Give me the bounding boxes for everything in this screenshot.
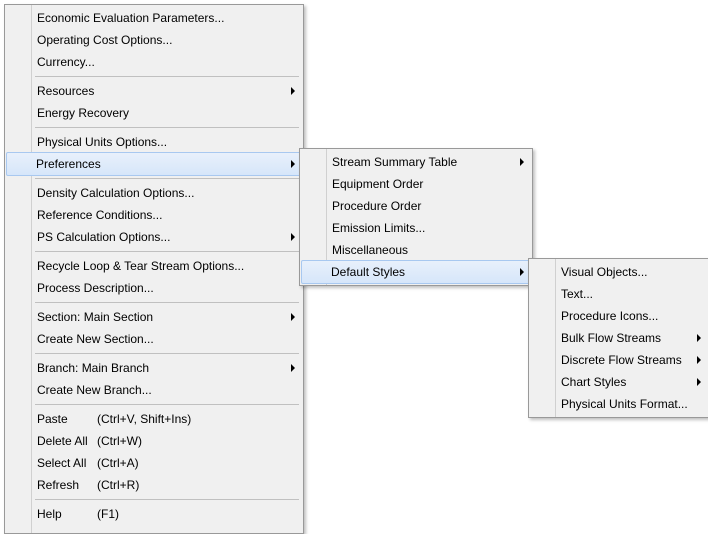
menu-separator	[35, 302, 299, 303]
menu-separator	[35, 404, 299, 405]
menu-item-preferences[interactable]: Preferences	[6, 152, 302, 176]
menu-item-label: Visual Objects...	[561, 265, 647, 279]
submenu-arrow-icon	[697, 356, 701, 364]
menu-item-label: Density Calculation Options...	[37, 186, 194, 200]
menu-item-process-description[interactable]: Process Description...	[7, 277, 301, 299]
menu-separator	[35, 127, 299, 128]
menu-separator	[35, 499, 299, 500]
submenu-arrow-icon	[291, 364, 295, 372]
menu-item-label: Help	[37, 507, 62, 521]
menu-separator	[35, 251, 299, 252]
menu-item-label: Procedure Icons...	[561, 309, 658, 323]
menu-item-label: Stream Summary Table	[332, 155, 457, 169]
menu-item-shortcut: (Ctrl+A)	[97, 452, 139, 474]
menu-item-label: Equipment Order	[332, 177, 423, 191]
menu-item-label: Create New Section...	[37, 332, 154, 346]
menu-item-discrete-flow-streams[interactable]: Discrete Flow Streams	[531, 349, 707, 371]
menu-item-label: Reference Conditions...	[37, 208, 162, 222]
menu-item-shortcut: (Ctrl+V, Shift+Ins)	[97, 408, 191, 430]
menu-item-label: Emission Limits...	[332, 221, 425, 235]
menu-item-shortcut: (Ctrl+W)	[97, 430, 142, 452]
submenu-preferences: Stream Summary Table Equipment Order Proce…	[299, 148, 533, 286]
menu-item-label: Resources	[37, 84, 94, 98]
menu-item-density-calculation-options[interactable]: Density Calculation Options...	[7, 182, 301, 204]
menu-item-label: Physical Units Format...	[561, 397, 688, 411]
menu-item-label: Preferences	[36, 157, 101, 171]
menu-item-label: Refresh	[37, 478, 79, 492]
menu-item-physical-units-format[interactable]: Physical Units Format...	[531, 393, 707, 415]
menu-item-label: Select All	[37, 456, 86, 470]
menu-item-energy-recovery[interactable]: Energy Recovery	[7, 102, 301, 124]
menu-item-label: Process Description...	[37, 281, 154, 295]
menu-item-procedure-order[interactable]: Procedure Order	[302, 195, 530, 217]
menu-item-equipment-order[interactable]: Equipment Order	[302, 173, 530, 195]
menu-item-label: Discrete Flow Streams	[561, 353, 682, 367]
menu-item-chart-styles[interactable]: Chart Styles	[531, 371, 707, 393]
menu-item-emission-limits[interactable]: Emission Limits...	[302, 217, 530, 239]
menu-item-shortcut: (F1)	[97, 503, 119, 525]
menu-item-economic-evaluation-parameters[interactable]: Economic Evaluation Parameters...	[7, 7, 301, 29]
menu-item-label: Economic Evaluation Parameters...	[37, 11, 224, 25]
menu-item-label: Operating Cost Options...	[37, 33, 172, 47]
menu-item-label: Chart Styles	[561, 375, 626, 389]
menu-item-label: Energy Recovery	[37, 106, 129, 120]
menu-item-refresh[interactable]: Refresh (Ctrl+R)	[7, 474, 301, 496]
menu-item-label: Procedure Order	[332, 199, 421, 213]
menu-item-bulk-flow-streams[interactable]: Bulk Flow Streams	[531, 327, 707, 349]
submenu-arrow-icon	[520, 268, 524, 276]
submenu-arrow-icon	[697, 378, 701, 386]
context-menu-main: Economic Evaluation Parameters... Operati…	[4, 4, 304, 534]
menu-item-label: Delete All	[37, 434, 88, 448]
menu-separator	[35, 76, 299, 77]
submenu-arrow-icon	[291, 233, 295, 241]
submenu-arrow-icon	[291, 87, 295, 95]
menu-item-label: Default Styles	[331, 265, 405, 279]
submenu-default-styles: Visual Objects... Text... Procedure Icons.…	[528, 258, 708, 418]
menu-item-label: Text...	[561, 287, 593, 301]
menu-item-label: Paste	[37, 412, 68, 426]
menu-item-visual-objects[interactable]: Visual Objects...	[531, 261, 707, 283]
menu-item-section-main-section[interactable]: Section: Main Section	[7, 306, 301, 328]
menu-item-help[interactable]: Help (F1)	[7, 503, 301, 525]
menu-item-ps-calculation-options[interactable]: PS Calculation Options...	[7, 226, 301, 248]
menu-item-select-all[interactable]: Select All (Ctrl+A)	[7, 452, 301, 474]
menu-separator	[35, 178, 299, 179]
menu-item-create-new-section[interactable]: Create New Section...	[7, 328, 301, 350]
menu-item-label: Branch: Main Branch	[37, 361, 149, 375]
menu-item-label: Currency...	[37, 55, 95, 69]
menu-item-create-new-branch[interactable]: Create New Branch...	[7, 379, 301, 401]
menu-item-label: PS Calculation Options...	[37, 230, 170, 244]
menu-item-operating-cost-options[interactable]: Operating Cost Options...	[7, 29, 301, 51]
menu-item-text[interactable]: Text...	[531, 283, 707, 305]
submenu-arrow-icon	[291, 313, 295, 321]
menu-item-paste[interactable]: Paste (Ctrl+V, Shift+Ins)	[7, 408, 301, 430]
submenu-arrow-icon	[697, 334, 701, 342]
menu-item-delete-all[interactable]: Delete All (Ctrl+W)	[7, 430, 301, 452]
menu-item-stream-summary-table[interactable]: Stream Summary Table	[302, 151, 530, 173]
menu-item-branch-main-branch[interactable]: Branch: Main Branch	[7, 357, 301, 379]
menu-item-label: Bulk Flow Streams	[561, 331, 661, 345]
menu-item-label: Recycle Loop & Tear Stream Options...	[37, 259, 244, 273]
menu-item-reference-conditions[interactable]: Reference Conditions...	[7, 204, 301, 226]
menu-item-label: Section: Main Section	[37, 310, 153, 324]
menu-separator	[35, 353, 299, 354]
submenu-arrow-icon	[520, 158, 524, 166]
menu-item-recycle-loop-tear-stream-options[interactable]: Recycle Loop & Tear Stream Options...	[7, 255, 301, 277]
menu-item-physical-units-options[interactable]: Physical Units Options...	[7, 131, 301, 153]
menu-item-miscellaneous[interactable]: Miscellaneous	[302, 239, 530, 261]
menu-item-shortcut: (Ctrl+R)	[97, 474, 139, 496]
menu-item-label: Physical Units Options...	[37, 135, 167, 149]
menu-item-procedure-icons[interactable]: Procedure Icons...	[531, 305, 707, 327]
submenu-arrow-icon	[291, 160, 295, 168]
menu-item-label: Create New Branch...	[37, 383, 152, 397]
menu-item-label: Miscellaneous	[332, 243, 408, 257]
menu-item-default-styles[interactable]: Default Styles	[301, 260, 531, 284]
menu-item-currency[interactable]: Currency...	[7, 51, 301, 73]
menu-item-resources[interactable]: Resources	[7, 80, 301, 102]
